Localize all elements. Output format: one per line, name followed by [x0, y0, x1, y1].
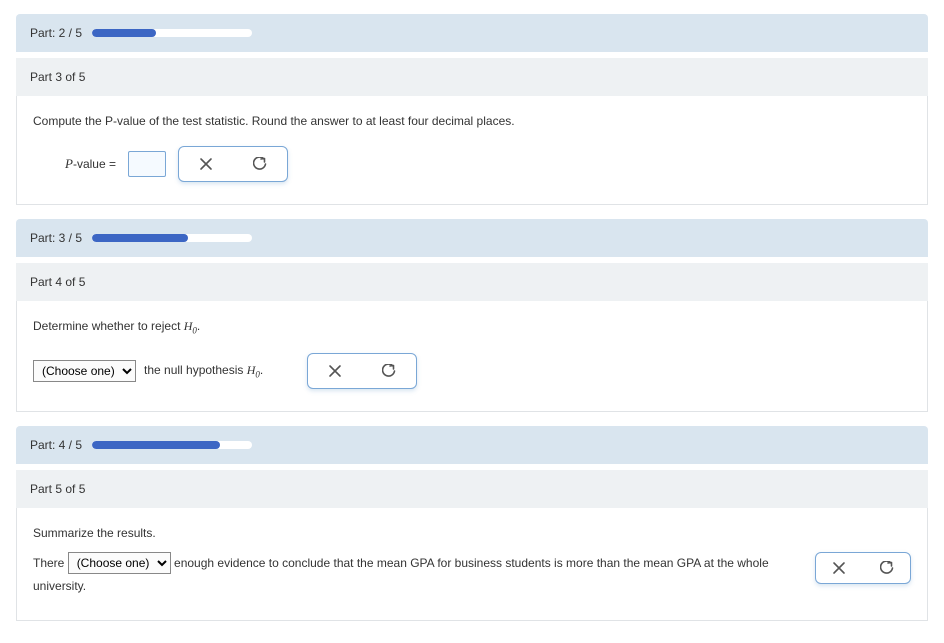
progress-bar [92, 234, 252, 242]
progress-fill [92, 29, 156, 37]
progress-fill [92, 234, 188, 242]
part-progress-label: Part: 2 / 5 [30, 26, 82, 40]
question-text: Compute the P-value of the test statisti… [33, 114, 911, 128]
part-5-panel: Summarize the results. There (Choose one… [16, 508, 928, 621]
after-select-text: the null hypothesis H0. [144, 363, 263, 379]
part-sub-header-4: Part 4 of 5 [16, 263, 928, 301]
part-progress-header-4: Part: 4 / 5 [16, 426, 928, 464]
part-4-panel: Determine whether to reject H0. (Choose … [16, 301, 928, 412]
question-text: Determine whether to reject H0. [33, 319, 911, 335]
pvalue-input[interactable] [128, 151, 166, 177]
pvalue-suffix: -value = [73, 157, 116, 171]
h0-symbol: H0 [184, 319, 197, 333]
close-icon[interactable] [199, 157, 213, 171]
choose-one-select[interactable]: (Choose one) [68, 552, 171, 574]
sentence-prefix: There [33, 556, 68, 570]
choose-one-select[interactable]: (Choose one) [33, 360, 136, 382]
reset-icon[interactable] [880, 561, 894, 575]
part-progress-header-2: Part: 2 / 5 [16, 14, 928, 52]
progress-bar [92, 29, 252, 37]
part-progress-header-3: Part: 3 / 5 [16, 219, 928, 257]
pvalue-symbol: P [65, 156, 73, 171]
part-sub-header-5: Part 5 of 5 [16, 470, 928, 508]
answer-row: (Choose one) the null hypothesis H0. [33, 353, 911, 389]
close-icon[interactable] [328, 364, 342, 378]
reset-icon[interactable] [253, 157, 267, 171]
close-icon[interactable] [832, 561, 846, 575]
answer-row: P-value = [65, 146, 911, 182]
toolbox [815, 552, 911, 584]
part-progress-label: Part: 3 / 5 [30, 231, 82, 245]
toolbox [178, 146, 288, 182]
question-prefix: Determine whether to reject [33, 319, 184, 333]
progress-bar [92, 441, 252, 449]
progress-fill [92, 441, 220, 449]
toolbox [307, 353, 417, 389]
part-progress-label: Part: 4 / 5 [30, 438, 82, 452]
pvalue-label: P-value = [65, 156, 116, 172]
reset-icon[interactable] [382, 364, 396, 378]
question-text: Summarize the results. [33, 526, 911, 540]
part-sub-header-3: Part 3 of 5 [16, 58, 928, 96]
answer-row: There (Choose one) enough evidence to co… [33, 552, 911, 598]
part-3-panel: Compute the P-value of the test statisti… [16, 96, 928, 205]
sentence-block: There (Choose one) enough evidence to co… [33, 552, 801, 598]
h0-symbol: H0 [247, 363, 260, 377]
